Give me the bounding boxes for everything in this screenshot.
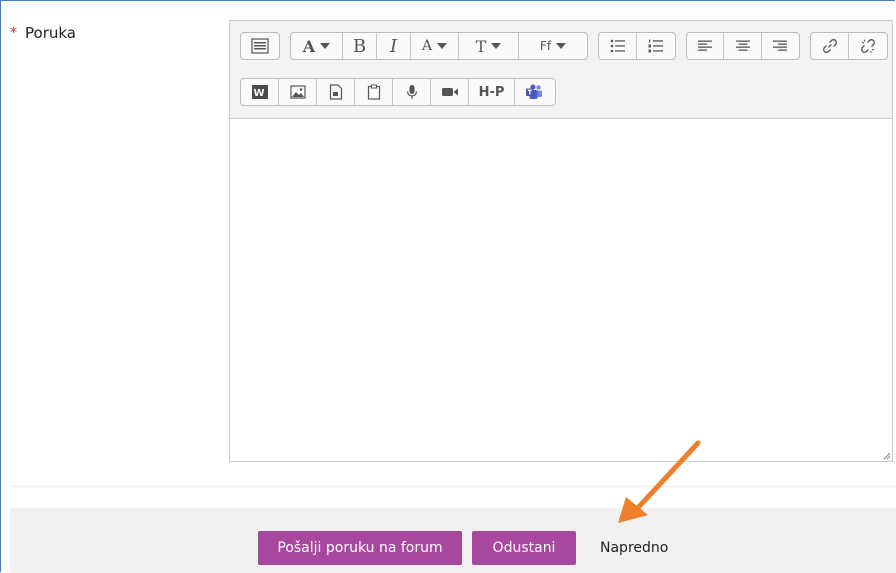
align-center-button[interactable] [724,33,762,59]
ordered-list-button[interactable] [637,33,675,59]
video-icon [441,88,458,96]
italic-button[interactable]: I [377,33,411,59]
word-import-icon: W [251,85,268,99]
unordered-list-icon [610,39,625,53]
text-size-button[interactable]: T [459,33,519,59]
cancel-button[interactable]: Odustani [472,531,576,565]
align-right-icon [773,40,788,51]
microphone-icon [406,85,417,99]
paste-button[interactable] [355,79,393,105]
chevron-down-icon [320,43,331,49]
toolbar-toggle-icon [251,38,269,54]
link-button[interactable] [811,33,849,59]
message-label: Poruka [25,24,76,42]
toolbar-group-links [810,32,888,60]
required-icon: * [10,25,17,41]
bold-icon: B [352,35,367,57]
bold-button[interactable]: B [343,33,377,59]
unordered-list-button[interactable] [599,33,637,59]
link-icon [822,39,837,53]
toolbar-group-align [686,32,800,60]
advanced-link[interactable]: Napredno [600,540,668,556]
ordered-list-icon [648,39,663,53]
font-color-icon: A [421,38,433,54]
teams-icon [526,84,542,99]
toolbar-group-toggle [240,32,280,60]
message-editor: A B I A T Ff W H-P [229,20,893,462]
font-button[interactable]: A [291,33,343,59]
chevron-down-icon [491,43,502,49]
align-right-button[interactable] [762,33,799,59]
unlink-button[interactable] [849,33,887,59]
font-color-button[interactable]: A [411,33,459,59]
message-label-group: * Poruka [10,24,76,42]
divider [10,486,896,487]
toolbar-group-insert: W H-P [240,78,556,106]
submit-post-button[interactable]: Pošalji poruku na forum [258,531,462,565]
teams-button[interactable] [515,79,553,105]
editor-toolbar: A B I A T Ff W H-P [230,21,892,119]
h5p-icon: H-P [478,84,505,100]
record-audio-button[interactable] [393,79,431,105]
toolbar-toggle-button[interactable] [241,33,279,59]
align-left-button[interactable] [687,33,725,59]
media-icon [329,84,342,100]
align-center-icon [735,40,750,51]
font-family-icon: Ff [539,39,552,53]
paste-icon [367,84,380,100]
word-import-button[interactable]: W [241,79,279,105]
unlink-icon [861,39,875,53]
chevron-down-icon [437,43,448,49]
message-textarea[interactable] [230,119,892,461]
record-video-button[interactable] [431,79,469,105]
resize-handle-icon[interactable] [881,450,891,460]
italic-icon: I [389,35,398,57]
font-family-button[interactable]: Ff [519,33,587,59]
h5p-button[interactable]: H-P [469,79,515,105]
image-icon [289,85,306,99]
toolbar-group-lists [598,32,676,60]
chevron-down-icon [556,43,567,49]
text-size-icon: T [475,36,487,56]
font-icon: A [302,36,316,56]
toolbar-group-font: A B I A T Ff [290,32,588,60]
media-button[interactable] [317,79,355,105]
image-button[interactable] [279,79,317,105]
svg-text:W: W [253,88,264,99]
align-left-icon [698,40,713,51]
